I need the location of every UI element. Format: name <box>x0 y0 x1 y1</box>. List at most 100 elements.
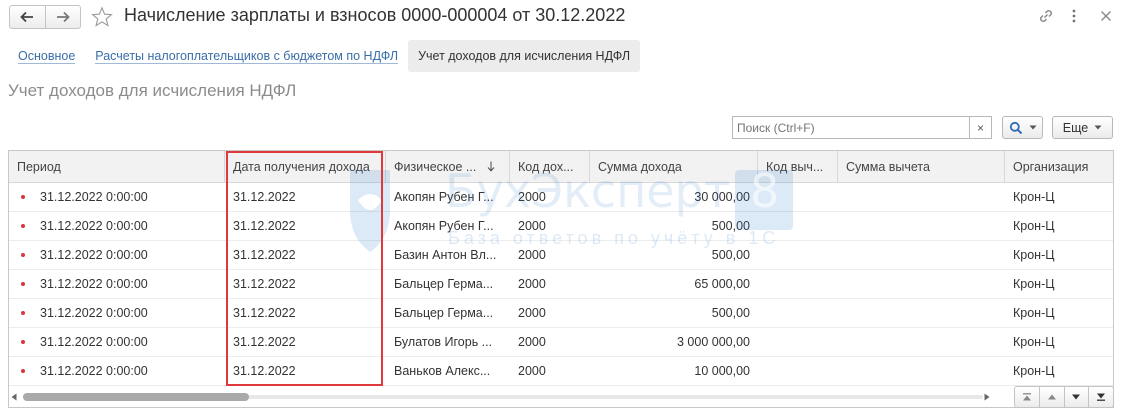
cell-deduction-code <box>758 299 838 327</box>
cell-period-text: 31.12.2022 0:00:00 <box>40 190 148 204</box>
cell-income-date-text: 31.12.2022 <box>233 306 296 320</box>
search-input[interactable] <box>732 116 970 139</box>
row-marker-icon <box>21 282 25 286</box>
cell-income-amount-text: 65 000,00 <box>694 277 750 291</box>
cell-person-text: Базин Антон Вл... <box>394 248 497 262</box>
cell-deduction-amount <box>838 270 1005 298</box>
cell-income-date: 31.12.2022 <box>225 328 386 356</box>
horizontal-scrollbar[interactable] <box>9 388 999 406</box>
forward-button[interactable] <box>44 6 80 28</box>
cell-income-code-text: 2000 <box>518 248 546 262</box>
cell-period-text: 31.12.2022 0:00:00 <box>40 364 148 378</box>
prev-page-icon <box>1047 394 1056 400</box>
cell-deduction-amount <box>838 241 1005 269</box>
cell-income-date: 31.12.2022 <box>225 183 386 211</box>
cell-person-text: Ваньков Алекс... <box>394 364 491 378</box>
more-button[interactable]: Еще <box>1052 116 1113 139</box>
cell-income-code-text: 2000 <box>518 364 546 378</box>
star-icon[interactable] <box>91 6 113 28</box>
cell-income-date-text: 31.12.2022 <box>233 190 296 204</box>
table-row[interactable]: 31.12.2022 0:00:00 31.12.2022 Бальцер Герм… <box>9 299 1113 328</box>
tab-ndfl-income[interactable]: Учет доходов для исчисления НДФЛ <box>408 40 641 72</box>
tab-main[interactable]: Основное <box>8 40 85 72</box>
cell-income-amount: 65 000,00 <box>590 270 758 298</box>
cell-period-text: 31.12.2022 0:00:00 <box>40 277 148 291</box>
cell-person: Бальцер Герма... <box>386 270 510 298</box>
magnifier-icon <box>1009 121 1022 134</box>
cell-income-amount: 10 000,00 <box>590 357 758 385</box>
search-button[interactable] <box>1002 116 1043 139</box>
page-navigation <box>1014 386 1114 408</box>
cell-income-date: 31.12.2022 <box>225 299 386 327</box>
section-title: Учет доходов для исчисления НДФЛ <box>8 81 297 100</box>
more-vertical-icon[interactable] <box>1065 7 1083 25</box>
cell-person-text: Булатов Игорь ... <box>394 335 493 349</box>
scrollbar-thumb[interactable] <box>23 393 249 401</box>
last-page-button[interactable] <box>1088 387 1113 407</box>
column-header-deduction-amount[interactable]: Сумма вычета <box>838 151 1005 182</box>
cell-deduction-code <box>758 270 838 298</box>
cell-period: 31.12.2022 0:00:00 <box>9 299 225 327</box>
cell-income-date-text: 31.12.2022 <box>233 277 296 291</box>
cell-income-date: 31.12.2022 <box>225 241 386 269</box>
column-header-organization[interactable]: Организация <box>1005 151 1113 182</box>
window-title: Начисление зарплаты и взносов 0000-00000… <box>124 5 626 25</box>
cell-income-amount-text: 500,00 <box>711 306 750 320</box>
cell-period-text: 31.12.2022 0:00:00 <box>40 219 148 233</box>
first-page-button[interactable] <box>1015 387 1039 407</box>
nav-group <box>9 5 81 29</box>
cell-period: 31.12.2022 0:00:00 <box>9 212 225 240</box>
watermark-number: 8 <box>750 164 780 218</box>
cell-income-code-text: 2000 <box>518 277 546 291</box>
last-page-icon <box>1097 393 1106 401</box>
cell-deduction-amount <box>838 183 1005 211</box>
cell-period-text: 31.12.2022 0:00:00 <box>40 248 148 262</box>
tab-ndfl-settlements[interactable]: Расчеты налогоплательщиков с бюджетом по… <box>85 40 408 72</box>
arrow-right-icon <box>56 11 70 23</box>
cell-period: 31.12.2022 0:00:00 <box>9 183 225 211</box>
link-icon[interactable] <box>1037 7 1055 25</box>
prev-page-button[interactable] <box>1038 387 1064 407</box>
cell-deduction-amount <box>838 357 1005 385</box>
cell-deduction-amount <box>838 212 1005 240</box>
cell-income-amount-text: 10 000,00 <box>694 364 750 378</box>
triangle-left-icon[interactable] <box>11 393 17 401</box>
cell-organization-text: Крон-Ц <box>1013 306 1055 320</box>
row-marker-icon <box>21 369 25 373</box>
triangle-right-icon[interactable] <box>984 393 990 401</box>
column-header-period[interactable]: Период <box>9 151 225 182</box>
cell-income-code: 2000 <box>510 270 590 298</box>
tab-bar: Основное Расчеты налогоплательщиков с бю… <box>8 40 641 72</box>
cell-deduction-amount <box>838 299 1005 327</box>
cell-organization-text: Крон-Ц <box>1013 248 1055 262</box>
cell-deduction-amount <box>838 328 1005 356</box>
search-clear-button[interactable]: × <box>969 116 992 139</box>
cell-organization: Крон-Ц <box>1005 357 1113 385</box>
cell-income-code: 2000 <box>510 357 590 385</box>
next-page-button[interactable] <box>1063 387 1089 407</box>
cell-organization-text: Крон-Ц <box>1013 277 1055 291</box>
table-row[interactable]: 31.12.2022 0:00:00 31.12.2022 Булатов Игор… <box>9 328 1113 357</box>
cell-period: 31.12.2022 0:00:00 <box>9 328 225 356</box>
cell-income-date: 31.12.2022 <box>225 270 386 298</box>
cell-income-amount-text: 500,00 <box>711 248 750 262</box>
cell-organization-text: Крон-Ц <box>1013 335 1055 349</box>
window-header: Начисление зарплаты и взносов 0000-00000… <box>0 0 1122 36</box>
cell-income-amount-text: 3 000 000,00 <box>677 335 750 349</box>
chevron-down-icon <box>1094 125 1102 130</box>
cell-organization-text: Крон-Ц <box>1013 190 1055 204</box>
cell-organization: Крон-Ц <box>1005 270 1113 298</box>
column-header-income-date[interactable]: Дата получения дохода <box>225 151 386 182</box>
table-row[interactable]: 31.12.2022 0:00:00 31.12.2022 Ваньков Алек… <box>9 357 1113 386</box>
cell-income-code: 2000 <box>510 299 590 327</box>
row-marker-icon <box>21 253 25 257</box>
table-row[interactable]: 31.12.2022 0:00:00 31.12.2022 Бальцер Герм… <box>9 270 1113 299</box>
cell-organization: Крон-Ц <box>1005 241 1113 269</box>
cell-organization: Крон-Ц <box>1005 212 1113 240</box>
close-icon[interactable] <box>1097 7 1115 25</box>
back-button[interactable] <box>10 6 45 28</box>
row-marker-icon <box>21 311 25 315</box>
row-marker-icon <box>21 340 25 344</box>
cell-organization-text: Крон-Ц <box>1013 219 1055 233</box>
cell-income-date: 31.12.2022 <box>225 357 386 385</box>
